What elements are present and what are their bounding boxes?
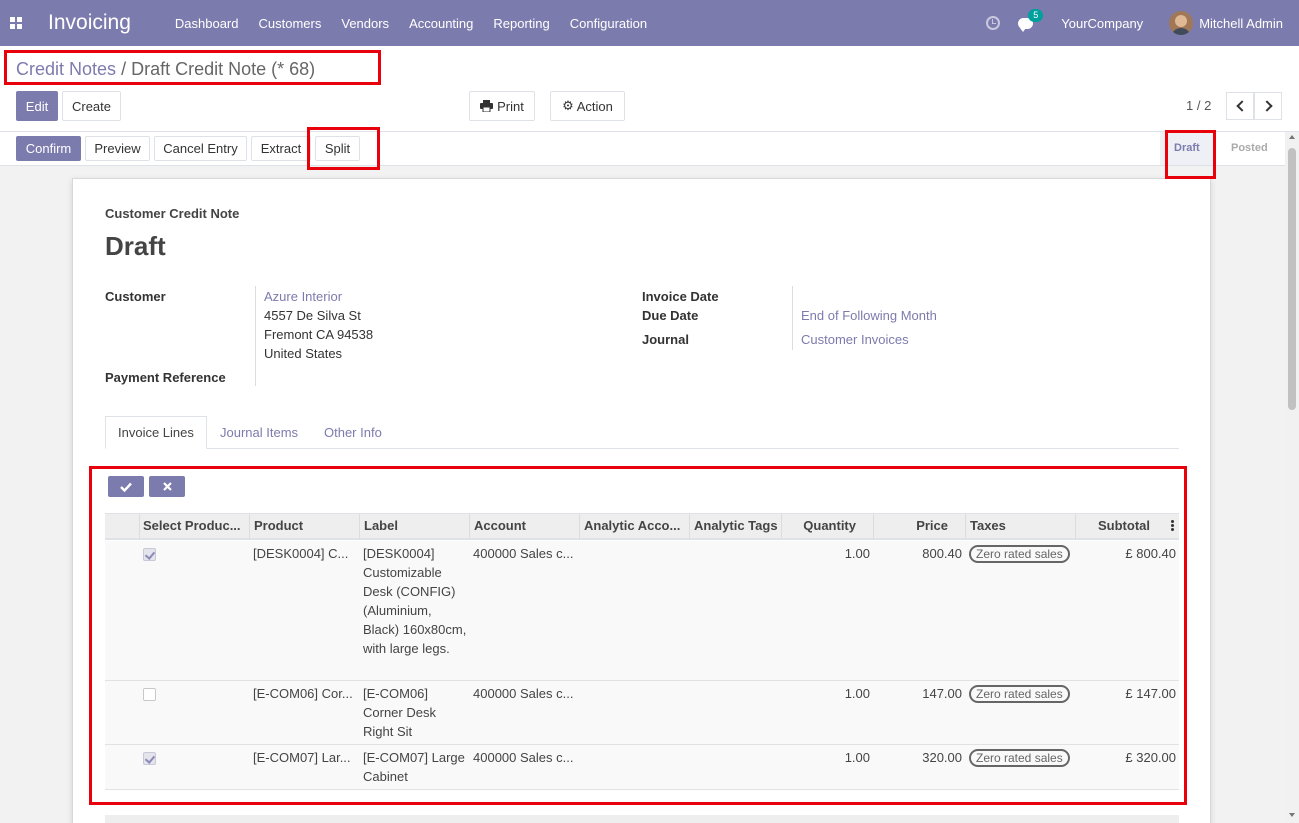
avatar[interactable] — [1169, 11, 1194, 35]
menu-reporting[interactable]: Reporting — [483, 16, 559, 31]
due-date-label: Due Date — [642, 308, 699, 323]
pager-next-button[interactable] — [1254, 92, 1282, 120]
pager-value[interactable]: 1 / 2 — [1186, 98, 1211, 113]
action-button[interactable]: ⚙ Action — [550, 91, 625, 121]
annotation-box-lines — [89, 466, 1187, 805]
document-state: Draft — [105, 231, 166, 261]
journal-label: Journal — [642, 332, 689, 347]
tab-other-info[interactable]: Other Info — [312, 416, 394, 449]
status-posted[interactable]: Posted — [1231, 142, 1268, 154]
tab-journal-items[interactable]: Journal Items — [208, 416, 310, 449]
user-menu[interactable]: Mitchell Admin — [1199, 16, 1283, 31]
address-line3: United States — [264, 346, 343, 361]
menu-vendors[interactable]: Vendors — [331, 16, 399, 31]
annotation-box-draft — [1165, 130, 1216, 179]
pager-previous-button[interactable] — [1226, 92, 1254, 120]
extract-button[interactable]: Extract — [251, 136, 311, 161]
print-icon — [480, 100, 494, 112]
address-line1: 4557 De Silva St — [264, 308, 361, 323]
scroll-down-icon[interactable] — [1289, 813, 1295, 817]
field-separator — [255, 286, 256, 386]
cancel-entry-button[interactable]: Cancel Entry — [154, 136, 247, 161]
gear-icon: ⚙ — [562, 98, 574, 113]
app-name[interactable]: Invoicing — [48, 11, 131, 35]
action-label: Action — [576, 98, 613, 114]
apps-icon[interactable] — [0, 0, 32, 46]
clock-icon[interactable] — [986, 16, 1001, 30]
field-separator — [792, 286, 793, 350]
annotation-box-split — [307, 127, 380, 170]
preview-button[interactable]: Preview — [85, 136, 150, 161]
create-button[interactable]: Create — [62, 91, 121, 121]
customer-link[interactable]: Azure Interior — [264, 289, 342, 304]
journal-value[interactable]: Customer Invoices — [801, 332, 909, 347]
chevron-left-icon — [1235, 100, 1248, 112]
main-menu: Dashboard Customers Vendors Accounting R… — [165, 16, 657, 31]
scrollbar-thumb[interactable] — [1288, 148, 1296, 410]
chat-badge: 5 — [1028, 8, 1044, 22]
menu-configuration[interactable]: Configuration — [560, 16, 657, 31]
chat-button[interactable]: 5 — [1018, 8, 1044, 32]
company-switcher[interactable]: YourCompany — [1061, 16, 1143, 31]
annotation-box-breadcrumb — [4, 50, 381, 85]
tab-invoice-lines[interactable]: Invoice Lines — [105, 416, 207, 449]
address-line2: Fremont CA 94538 — [264, 327, 374, 342]
table-footer — [105, 815, 1179, 823]
menu-dashboard[interactable]: Dashboard — [165, 16, 249, 31]
document-type: Customer Credit Note — [105, 206, 240, 221]
chevron-right-icon — [1260, 100, 1273, 112]
navbar-right: 5 YourCompany Mitchell Admin — [986, 8, 1299, 35]
print-button[interactable]: Print — [469, 91, 535, 121]
print-label: Print — [497, 98, 524, 114]
menu-accounting[interactable]: Accounting — [399, 16, 483, 31]
due-date-value[interactable]: End of Following Month — [801, 308, 937, 323]
payment-reference-label: Payment Reference — [105, 370, 226, 385]
invoice-date-label: Invoice Date — [642, 289, 719, 304]
edit-button[interactable]: Edit — [16, 91, 58, 121]
confirm-button[interactable]: Confirm — [16, 136, 81, 161]
scroll-up-icon[interactable] — [1289, 135, 1295, 139]
menu-customers[interactable]: Customers — [249, 16, 332, 31]
top-navbar: Invoicing Dashboard Customers Vendors Ac… — [0, 0, 1299, 46]
customer-label: Customer — [105, 289, 166, 304]
